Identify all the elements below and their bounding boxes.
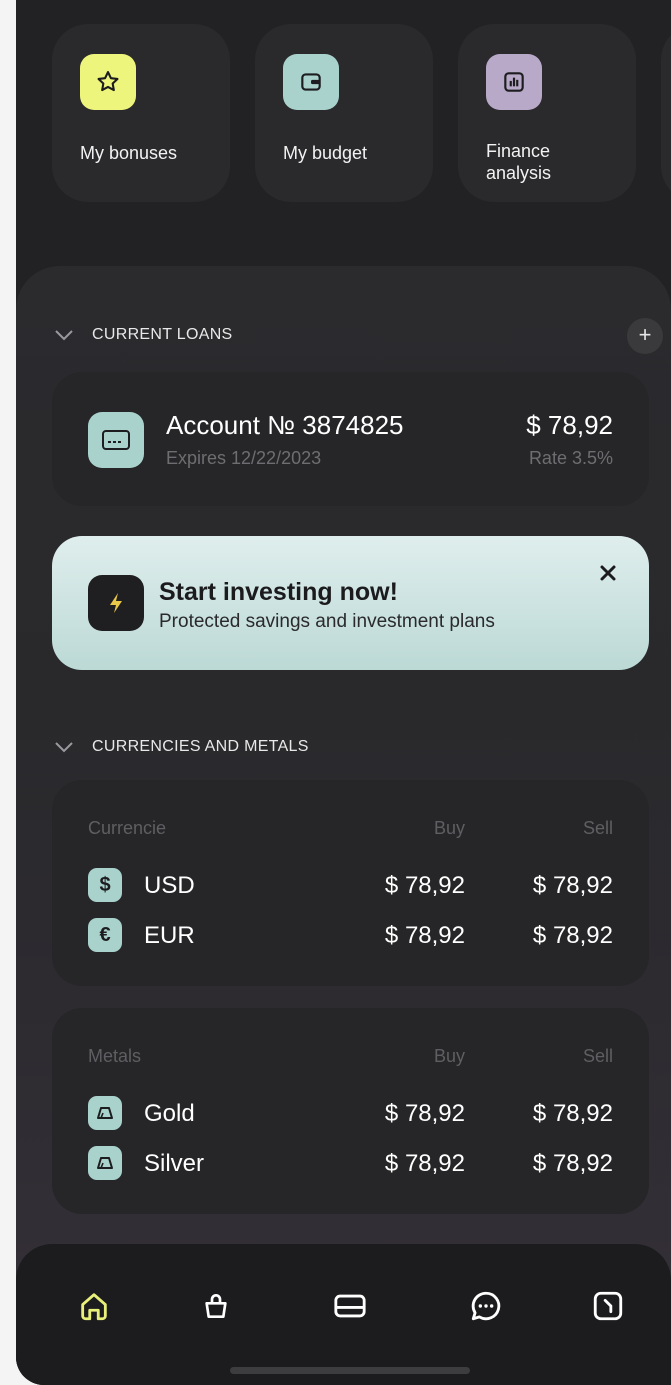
currency-column-header: Currencie bbox=[88, 818, 167, 838]
buy-price: $ 78,92 bbox=[384, 922, 465, 949]
section-title: CURRENCIES AND METALS bbox=[92, 738, 309, 755]
home-icon bbox=[81, 1293, 107, 1321]
buy-price: $ 78,92 bbox=[384, 1150, 465, 1177]
buy-price: $ 78,92 bbox=[384, 1100, 465, 1127]
chat-icon bbox=[471, 1291, 501, 1321]
tile-label: My bonuses bbox=[80, 143, 178, 163]
gold-bar-icon bbox=[88, 1096, 122, 1130]
currencies-toggle[interactable]: CURRENCIES AND METALS bbox=[54, 738, 309, 756]
metal-name: Gold bbox=[144, 1100, 195, 1127]
table-row[interactable]: Silver $ 78,92 $ 78,92 bbox=[88, 1146, 613, 1182]
chart-icon bbox=[486, 54, 542, 110]
star-icon bbox=[80, 54, 136, 110]
current-loans-toggle[interactable]: CURRENT LOANS bbox=[54, 326, 233, 344]
phone-screen: My bonuses My budget Finance analysis CU… bbox=[16, 0, 671, 1385]
sell-price: $ 78,92 bbox=[532, 1100, 613, 1127]
nav-chat[interactable] bbox=[466, 1286, 506, 1326]
currency-name: USD bbox=[144, 872, 195, 899]
promo-subtitle: Protected savings and investment plans bbox=[159, 611, 495, 632]
tile-my-budget[interactable]: My budget bbox=[255, 24, 433, 202]
account-number: Account № 3874825 bbox=[166, 410, 404, 440]
dollar-icon: $ bbox=[88, 868, 122, 902]
close-icon[interactable] bbox=[597, 562, 619, 584]
quick-actions: My bonuses My budget Finance analysis bbox=[16, 0, 671, 230]
metal-name: Silver bbox=[144, 1150, 205, 1177]
loan-card[interactable]: Account № 3874825 Expires 12/22/2023 $ 7… bbox=[52, 372, 649, 506]
promo-title: Start investing now! bbox=[159, 578, 398, 606]
loan-amount: $ 78,92 bbox=[526, 410, 613, 440]
card-icon bbox=[334, 1294, 366, 1318]
metals-column-header: Metals bbox=[88, 1046, 142, 1066]
nav-shop[interactable] bbox=[196, 1286, 236, 1326]
tile-finance-analysis[interactable]: Finance analysis bbox=[458, 24, 636, 202]
add-loan-button[interactable]: + bbox=[627, 318, 663, 354]
tile-my-bonuses[interactable]: My bonuses bbox=[52, 24, 230, 202]
content-panel: CURRENT LOANS + Account № 3874825 Expire… bbox=[16, 266, 671, 1385]
nav-history[interactable] bbox=[588, 1286, 628, 1326]
chevron-down-icon bbox=[55, 330, 73, 341]
table-row[interactable]: € EUR $ 78,92 $ 78,92 bbox=[88, 918, 613, 954]
nav-cards[interactable] bbox=[330, 1286, 370, 1326]
card-icon bbox=[88, 412, 144, 468]
sell-price: $ 78,92 bbox=[532, 1150, 613, 1177]
currency-table: Currencie Buy Sell $ USD $ 78,92 $ 78,92… bbox=[52, 780, 649, 986]
sell-column-header: Sell bbox=[582, 1046, 613, 1066]
tile-more[interactable] bbox=[661, 24, 671, 202]
table-row[interactable]: $ USD $ 78,92 $ 78,92 bbox=[88, 868, 613, 904]
invest-promo-banner[interactable]: Start investing now! Protected savings a… bbox=[52, 536, 649, 670]
table-row[interactable]: Gold $ 78,92 $ 78,92 bbox=[88, 1096, 613, 1132]
buy-price: $ 78,92 bbox=[384, 872, 465, 899]
silver-bar-icon bbox=[88, 1146, 122, 1180]
clock-icon bbox=[593, 1291, 623, 1321]
buy-column-header: Buy bbox=[433, 1046, 465, 1066]
metals-table: Metals Buy Sell Gold $ 78,92 $ 78,92 Sil… bbox=[52, 1008, 649, 1214]
tile-label: Finance analysis bbox=[486, 141, 552, 183]
sell-price: $ 78,92 bbox=[532, 872, 613, 899]
sell-price: $ 78,92 bbox=[532, 922, 613, 949]
sell-column-header: Sell bbox=[582, 818, 613, 838]
currency-name: EUR bbox=[144, 922, 195, 949]
loan-rate: Rate 3.5% bbox=[528, 448, 613, 468]
buy-column-header: Buy bbox=[433, 818, 465, 838]
tile-label: My budget bbox=[283, 143, 368, 163]
wallet-icon bbox=[283, 54, 339, 110]
bottom-nav bbox=[16, 1244, 671, 1385]
nav-home[interactable] bbox=[74, 1286, 114, 1326]
home-indicator bbox=[230, 1367, 470, 1374]
account-expiry: Expires 12/22/2023 bbox=[166, 448, 322, 468]
euro-icon: € bbox=[88, 918, 122, 952]
chevron-down-icon bbox=[55, 742, 73, 753]
bag-icon bbox=[205, 1294, 227, 1318]
section-title: CURRENT LOANS bbox=[92, 326, 233, 343]
lightning-icon bbox=[88, 575, 144, 631]
